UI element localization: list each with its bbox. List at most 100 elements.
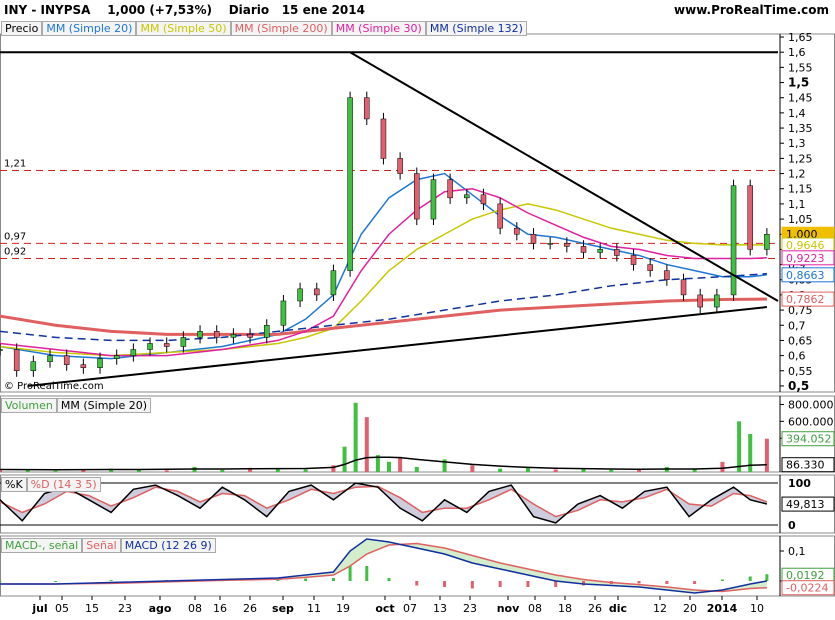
price-legend-item[interactable]: MM (Simple 30): [331, 21, 426, 36]
price-y-tick-label: 1,5: [788, 76, 809, 90]
price-candle: [364, 97, 370, 120]
macd-histogram-bar: [304, 578, 308, 581]
volume-bar: [364, 417, 369, 472]
stoch-legend: %K %D (14 3 5): [1, 477, 101, 492]
price-y-tick-label: 1,35: [788, 122, 813, 135]
x-tick-label: ago: [149, 602, 172, 615]
macd-legend: MACD-, señal Señal MACD (12 26 9): [1, 538, 216, 553]
price-candle: [497, 203, 503, 229]
x-tick-label: 26: [243, 602, 257, 615]
price-candle: [147, 343, 153, 350]
last-value-label: 0,9646: [786, 239, 825, 252]
volume-bar: [303, 469, 308, 472]
price-legend-item[interactable]: MM (Simple 132): [425, 21, 527, 36]
price-candle: [347, 97, 353, 271]
volume-ma-line: [0, 456, 767, 471]
x-tick-label: 15: [85, 602, 99, 615]
volume-bar: [525, 467, 530, 472]
price-candle: [113, 355, 120, 359]
macd-y-tick-label: 0,1: [788, 545, 806, 558]
last-value-label: 0,8663: [786, 269, 825, 282]
price-candle: [213, 331, 220, 338]
macd-histogram-bar: [348, 566, 352, 581]
price-candle: [80, 364, 87, 368]
price-legend-item[interactable]: MM (Simple 50): [136, 21, 231, 36]
price-y-tick-label: 1,15: [788, 183, 813, 196]
stoch-y-tick-label: 100: [788, 477, 811, 490]
price-candle: [464, 194, 470, 199]
volume-y-tick-label: 600.000: [788, 415, 834, 428]
x-tick-label: 05: [55, 602, 69, 615]
x-tick-label: 23: [118, 602, 132, 615]
volume-legend-item[interactable]: MM (Simple 20): [56, 398, 152, 413]
reference-line-label: 0,97: [4, 231, 26, 242]
volume-bar: [553, 469, 558, 472]
price-candle: [263, 325, 270, 338]
volume-bar: [164, 470, 169, 472]
price-y-tick-label: 1,3: [788, 137, 806, 150]
price-y-tick-label: 0,6: [788, 350, 806, 363]
up-trendline: [27, 306, 767, 387]
price-candle: [30, 361, 37, 372]
macd-legend-item[interactable]: Señal: [82, 538, 121, 553]
volume-bar: [387, 461, 391, 472]
macd-legend-item[interactable]: MACD-, señal: [1, 538, 83, 553]
price-candle: [130, 349, 137, 356]
volume-bar: [609, 469, 614, 472]
price-candle: [430, 179, 437, 220]
price-candle: [697, 294, 703, 308]
macd-histogram-bar: [109, 580, 113, 582]
x-tick-label: 23: [463, 602, 477, 615]
volume-bar: [353, 402, 358, 472]
macd-histogram-bar: [365, 566, 369, 581]
price-y-tick-label: 1,05: [788, 213, 813, 226]
macd-histogram-bar: [748, 576, 752, 581]
macd-histogram-bar: [665, 581, 669, 584]
volume-bar: [342, 446, 347, 472]
price-candle: [480, 194, 487, 205]
price-candle: [647, 264, 653, 271]
stoch-legend-item[interactable]: %K: [1, 477, 27, 492]
stoch-y-tick-label: 0: [788, 519, 796, 532]
price-candle: [597, 249, 603, 253]
price-candle: [380, 118, 387, 159]
macd-histogram-bar: [415, 581, 419, 586]
price-legend-item[interactable]: Precio: [1, 21, 43, 36]
macd-histogram-bar: [0, 581, 2, 582]
price-legend: Precio MM (Simple 20) MM (Simple 50) MM (Si…: [1, 21, 527, 36]
volume-bar: [0, 470, 2, 472]
x-tick-label: nov: [497, 602, 520, 615]
price-candle: [514, 227, 520, 235]
price-legend-item[interactable]: MM (Simple 200): [230, 21, 332, 36]
macd-legend-item[interactable]: MACD (12 26 9): [120, 538, 216, 553]
macd-histogram-bar: [331, 578, 335, 581]
x-tick-label: 20: [683, 602, 697, 615]
price-legend-item[interactable]: MM (Simple 20): [42, 21, 137, 36]
price-candle: [764, 233, 770, 250]
price-candle: [13, 349, 20, 372]
reference-line-label: 0,92: [4, 247, 26, 258]
price-y-tick-label: 1,25: [788, 152, 813, 165]
price-candle: [163, 343, 170, 347]
price-y-tick-label: 0,65: [788, 334, 813, 347]
price-candle: [414, 173, 420, 220]
volume-legend-item[interactable]: Volumen: [1, 398, 57, 413]
volume-bar: [53, 470, 58, 472]
macd-histogram-bar: [387, 578, 391, 581]
price-candle: [180, 337, 187, 347]
price-candle: [630, 255, 637, 265]
price-candle: [614, 249, 620, 256]
x-tick-label: jul: [31, 602, 47, 615]
x-tick-label: 19: [336, 602, 350, 615]
copyright-text: © ProRealTime.com: [4, 381, 104, 392]
price-candle: [714, 294, 720, 308]
x-tick-label: 08: [528, 602, 542, 615]
price-candle: [747, 185, 753, 250]
price-candle: [47, 355, 53, 362]
stoch-legend-item[interactable]: %D (14 3 5): [26, 477, 101, 492]
price-candle: [0, 349, 3, 351]
price-candle: [680, 279, 687, 296]
macd-histogram-bar: [765, 574, 769, 581]
price-y-tick-label: 1,65: [788, 31, 813, 44]
price-candle: [314, 288, 320, 296]
